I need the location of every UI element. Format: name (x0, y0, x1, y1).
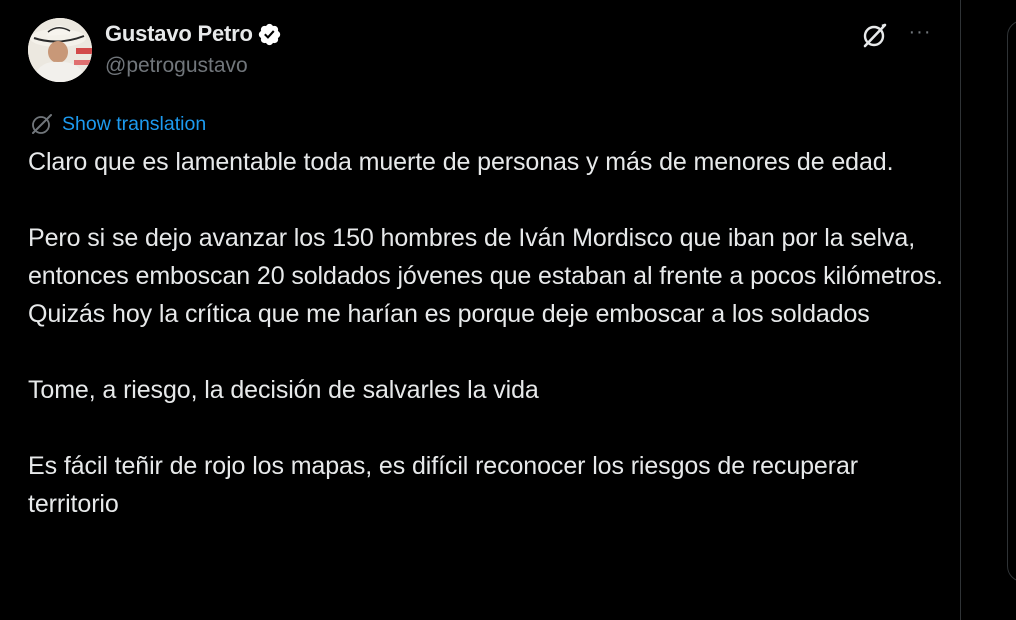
tweet-text: Claro que es lamentable toda muerte de p… (28, 143, 948, 523)
avatar-image (28, 18, 92, 82)
tweet: Gustavo Petro @petrogustavo ··· Show tra… (0, 0, 960, 620)
author-handle[interactable]: @petrogustavo (105, 54, 282, 78)
name-row: Gustavo Petro (105, 20, 282, 48)
tweet-paragraph: Pero si se dejo avanzar los 150 hombres … (28, 224, 943, 328)
avatar[interactable] (28, 18, 92, 82)
author-display-name[interactable]: Gustavo Petro (105, 21, 253, 47)
sidebar-card (1007, 20, 1016, 582)
right-sidebar (961, 0, 1016, 620)
tweet-paragraph: Claro que es lamentable toda muerte de p… (28, 148, 894, 176)
tweet-paragraph: Es fácil teñir de rojo los mapas, es dif… (28, 452, 858, 518)
author-header: Gustavo Petro @petrogustavo (105, 20, 282, 78)
translate-icon (30, 112, 54, 136)
more-horizontal-icon[interactable]: ··· (906, 22, 934, 46)
tweet-detail-page: Gustavo Petro @petrogustavo ··· Show tra… (0, 0, 1016, 620)
grok-icon[interactable] (860, 20, 890, 50)
show-translation-link[interactable]: Show translation (30, 112, 206, 136)
tweet-paragraph: Tome, a riesgo, la decisión de salvarles… (28, 376, 539, 404)
verified-badge-icon[interactable] (257, 22, 282, 47)
show-translation-label[interactable]: Show translation (62, 113, 206, 136)
